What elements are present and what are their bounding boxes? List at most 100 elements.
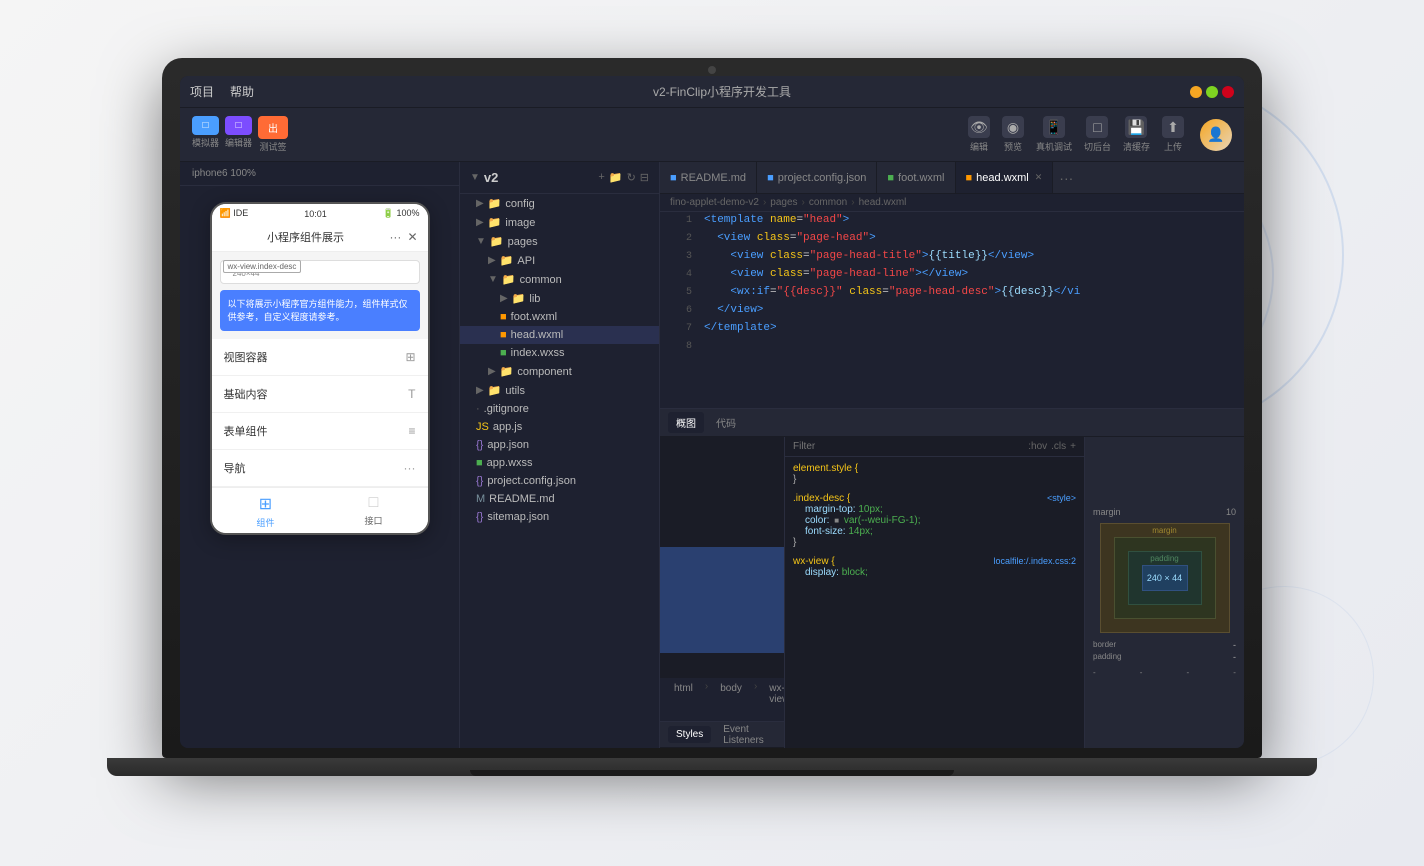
list-item[interactable]: 基础内容 T bbox=[212, 376, 428, 413]
style-closing: } bbox=[793, 537, 1076, 548]
phone-close-icon[interactable]: ✕ bbox=[407, 230, 417, 244]
user-avatar[interactable]: 👤 bbox=[1200, 119, 1232, 151]
test-btn[interactable]: 出 bbox=[258, 116, 288, 139]
tree-item-pages[interactable]: ▼ 📁 pages bbox=[460, 232, 659, 251]
tab-head-wxml-label: head.wxml bbox=[976, 172, 1029, 184]
tree-item-gitignore[interactable]: · .gitignore bbox=[460, 400, 659, 418]
phone-tab-components-icon: ⊞ bbox=[259, 494, 272, 514]
tab-head-wxml[interactable]: ■ head.wxml ✕ bbox=[956, 162, 1054, 193]
breadcrumb-sep-3: › bbox=[851, 197, 854, 208]
btn-editor[interactable]: □ 编辑器 bbox=[225, 116, 252, 153]
list-item[interactable]: 视图容器 ⊞ bbox=[212, 339, 428, 376]
style-source[interactable]: <style> bbox=[1047, 493, 1076, 503]
list-item[interactable]: 导航 ··· bbox=[212, 450, 428, 487]
html-tree-line-selected[interactable]: view> == $0 bbox=[660, 600, 784, 653]
btn-simulator[interactable]: □ 模拟器 bbox=[192, 116, 219, 153]
tree-item-app-json[interactable]: {} app.json bbox=[460, 436, 659, 454]
menu-project[interactable]: 项目 bbox=[190, 83, 214, 100]
styles-tab-events[interactable]: Event Listeners bbox=[715, 721, 772, 749]
tree-item-utils[interactable]: ▶ 📁 utils bbox=[460, 381, 659, 400]
html-tree-line[interactable]: resources/kind/logo.png">_</wx-image> bbox=[660, 494, 784, 547]
folder-icon: 📁 bbox=[488, 197, 502, 210]
btn-test[interactable]: 出 测试签 bbox=[258, 116, 288, 153]
json-icon: {} bbox=[476, 439, 483, 451]
tree-item-app-wxss[interactable]: ■ app.wxss bbox=[460, 454, 659, 472]
new-file-icon[interactable]: + bbox=[598, 171, 604, 184]
tree-item-config[interactable]: ▶ 📁 config bbox=[460, 194, 659, 213]
tree-item-component[interactable]: ▶ 📁 component bbox=[460, 362, 659, 381]
tree-item-common[interactable]: ▼ 📁 common bbox=[460, 270, 659, 289]
filter-cls-icon[interactable]: .cls bbox=[1051, 441, 1066, 452]
tab-foot-wxml[interactable]: ■ foot.wxml bbox=[877, 162, 955, 193]
file-icon: · bbox=[476, 403, 480, 415]
html-tree-line[interactable]: <wx-image class="index-logo" src="../res… bbox=[660, 441, 784, 494]
tool-background[interactable]: □ 切后台 bbox=[1084, 116, 1111, 153]
tree-item-lib[interactable]: ▶ 📁 lib bbox=[460, 289, 659, 308]
el-tab-wx-view-index[interactable]: wx-view.index bbox=[763, 681, 784, 718]
tree-item-head-wxml[interactable]: ■ head.wxml bbox=[460, 326, 659, 344]
breadcrumb-root[interactable]: fino-applet-demo-v2 bbox=[670, 197, 759, 208]
tool-preview[interactable]: ◉ 预览 bbox=[1002, 116, 1024, 153]
window-controls bbox=[1190, 86, 1234, 98]
tree-item-index-wxss[interactable]: ■ index.wxss bbox=[460, 344, 659, 362]
breadcrumb-common[interactable]: common bbox=[809, 197, 847, 208]
tree-item-project-config[interactable]: {} project.config.json bbox=[460, 472, 659, 490]
styles-tab-styles[interactable]: Styles bbox=[668, 726, 711, 743]
list-item-label: 表单组件 bbox=[224, 423, 268, 439]
collapse-icon[interactable]: ⊟ bbox=[640, 171, 649, 184]
code-editor[interactable]: 1 <template name="head"> 2 <view class="… bbox=[660, 212, 1244, 408]
phone-more-icon[interactable]: ··· bbox=[389, 230, 401, 244]
editor-btn[interactable]: □ bbox=[225, 116, 252, 135]
styles-tab-dom[interactable]: DOM Breakpoints bbox=[776, 721, 784, 749]
tool-cache[interactable]: 💾 清缓存 bbox=[1123, 116, 1150, 153]
tab-more-icon[interactable]: ··· bbox=[1053, 170, 1079, 186]
code-line-8: 8 bbox=[660, 338, 1244, 356]
filter-add-icon[interactable]: + bbox=[1070, 441, 1076, 452]
close-button[interactable] bbox=[1222, 86, 1234, 98]
simulator-btn[interactable]: □ bbox=[192, 116, 219, 135]
html-tree[interactable]: <wx-image class="index-logo" src="../res… bbox=[660, 437, 784, 678]
el-tab-html[interactable]: html bbox=[668, 681, 699, 718]
style-source[interactable]: localfile:/.index.css:2 bbox=[993, 556, 1076, 566]
menu-help[interactable]: 帮助 bbox=[230, 83, 254, 100]
tree-item-api[interactable]: ▶ 📁 API bbox=[460, 251, 659, 270]
tab-close-icon[interactable]: ✕ bbox=[1035, 172, 1043, 183]
list-item-label: 导航 bbox=[224, 460, 246, 476]
devtools-tab-overview[interactable]: 概图 bbox=[668, 412, 704, 433]
styles-panel: :hov .cls + element.style { bbox=[784, 437, 1084, 748]
phone-mockup: 📶 IDE 10:01 🔋 100% 小程序组件展示 ··· ✕ bbox=[210, 202, 430, 535]
tree-label-gitignore: .gitignore bbox=[484, 403, 529, 415]
styles-filter-input[interactable] bbox=[793, 441, 1024, 452]
expand-arrow[interactable]: ▼ bbox=[470, 172, 480, 183]
tree-item-app-js[interactable]: JS app.js bbox=[460, 418, 659, 436]
new-folder-icon[interactable]: 📁 bbox=[609, 171, 623, 184]
tab-readme[interactable]: ■ README.md bbox=[660, 162, 757, 193]
breadcrumb-pages[interactable]: pages bbox=[770, 197, 797, 208]
tree-item-image[interactable]: ▶ 📁 image bbox=[460, 213, 659, 232]
list-item-label: 基础内容 bbox=[224, 386, 268, 402]
maximize-button[interactable] bbox=[1206, 86, 1218, 98]
tree-item-readme[interactable]: M README.md bbox=[460, 490, 659, 508]
html-tree-line[interactable]: </wx-view> bbox=[660, 653, 784, 678]
list-item[interactable]: 表单组件 ≡ bbox=[212, 413, 428, 450]
breadcrumb-file[interactable]: head.wxml bbox=[859, 197, 907, 208]
tool-edit[interactable]: 👁 编辑 bbox=[968, 116, 990, 153]
line-content: <template name="head"> bbox=[704, 212, 1236, 230]
tool-upload[interactable]: ⬆ 上传 bbox=[1162, 116, 1184, 153]
tool-device[interactable]: 📱 真机调试 bbox=[1036, 116, 1072, 153]
phone-tab-interface[interactable]: □ 接口 bbox=[320, 494, 428, 529]
style-props: display: block; bbox=[793, 567, 1076, 578]
tab-project-config[interactable]: ■ project.config.json bbox=[757, 162, 877, 193]
html-tree-line-selected[interactable]: <wx-view class="index-desc">以下将展示小程序官方组件… bbox=[660, 547, 784, 600]
element-tabs-row: html › body › wx-view.index › wx-view.in… bbox=[660, 678, 784, 722]
menu-bar: 项目 帮助 bbox=[190, 83, 254, 100]
tree-item-foot-wxml[interactable]: ■ foot.wxml bbox=[460, 308, 659, 326]
phone-tab-components[interactable]: ⊞ 组件 bbox=[212, 494, 320, 529]
phone-list: 视图容器 ⊞ 基础内容 T 表单组件 ≡ bbox=[212, 339, 428, 487]
tree-item-sitemap[interactable]: {} sitemap.json bbox=[460, 508, 659, 526]
el-tab-body[interactable]: body bbox=[714, 681, 748, 718]
devtools-tab-code[interactable]: 代码 bbox=[708, 412, 744, 433]
minimize-button[interactable] bbox=[1190, 86, 1202, 98]
filter-hover-icon[interactable]: :hov bbox=[1028, 441, 1047, 452]
refresh-icon[interactable]: ↻ bbox=[627, 171, 636, 184]
